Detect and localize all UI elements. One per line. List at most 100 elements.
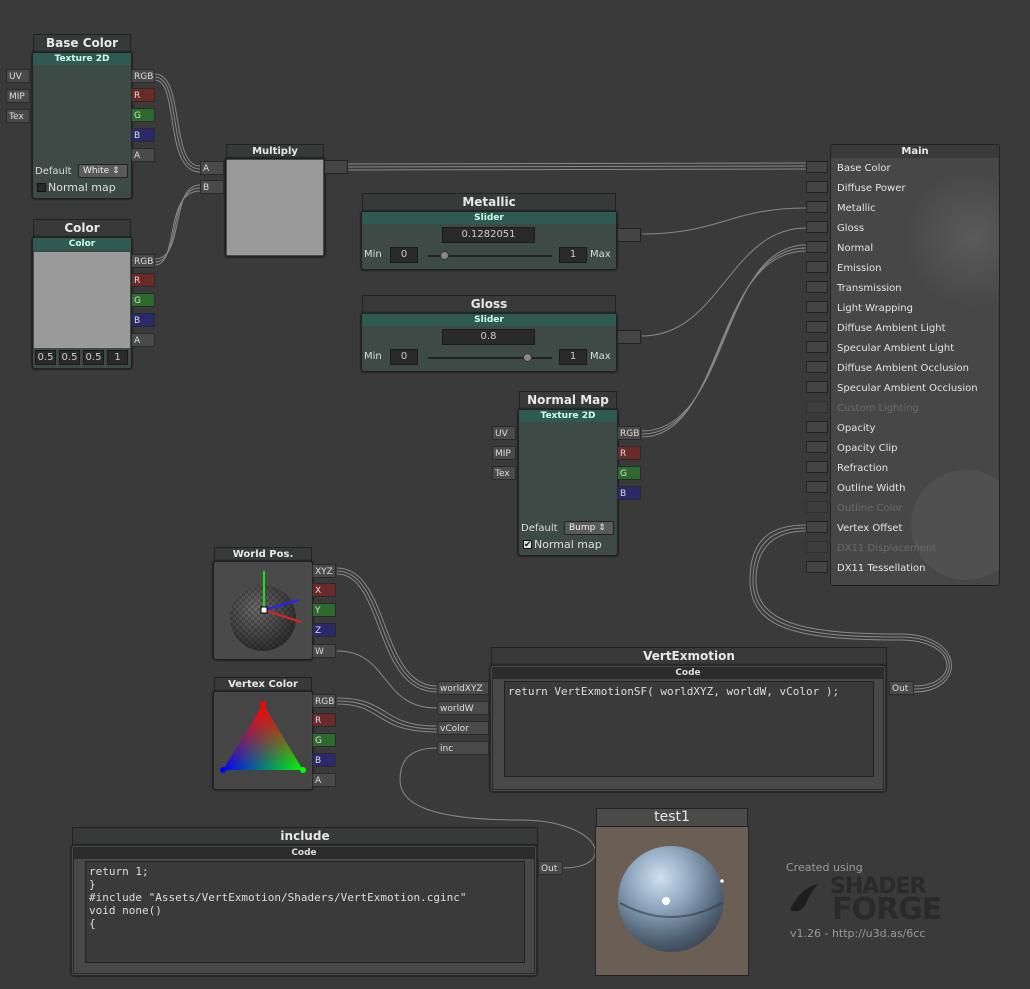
main-input-port[interactable] bbox=[806, 181, 828, 193]
wire-metallic-main bbox=[641, 207, 807, 235]
node-title[interactable]: include bbox=[72, 827, 538, 846]
output-port-b[interactable]: B bbox=[312, 753, 336, 767]
input-port-mip[interactable]: MIP bbox=[492, 446, 516, 460]
output-port-rgb[interactable]: RGB bbox=[131, 254, 155, 268]
main-panel: Main Base Color Diffuse Power Metallic Glos… bbox=[830, 144, 1000, 586]
output-port[interactable] bbox=[324, 160, 348, 174]
input-port-a[interactable]: A bbox=[200, 161, 224, 175]
output-port-out[interactable]: Out bbox=[889, 681, 914, 695]
output-port-r[interactable]: R bbox=[617, 446, 641, 460]
main-input-base-color: Base Color bbox=[837, 163, 891, 174]
node-title[interactable]: Normal Map bbox=[519, 391, 617, 410]
main-input-port[interactable] bbox=[806, 421, 828, 433]
output-port-g[interactable]: G bbox=[312, 733, 336, 747]
node-body: Code return 1; } #include "Assets/VertEx… bbox=[71, 845, 537, 976]
input-port-worldxyz[interactable]: worldXYZ bbox=[437, 681, 489, 695]
output-port-xyz[interactable]: XYZ bbox=[312, 564, 336, 578]
main-input-port[interactable] bbox=[806, 561, 828, 573]
code-editor[interactable]: return 1; } #include "Assets/VertExmotio… bbox=[85, 861, 525, 963]
output-port-a[interactable]: A bbox=[312, 773, 336, 787]
input-port-uv[interactable]: UV bbox=[492, 426, 516, 440]
output-port-r[interactable]: R bbox=[312, 713, 336, 727]
default-value: White bbox=[83, 166, 110, 176]
output-port-out[interactable]: Out bbox=[538, 861, 563, 875]
node-title[interactable]: VertExmotion bbox=[491, 647, 887, 666]
output-port-b[interactable]: B bbox=[131, 128, 155, 142]
output-port-g[interactable]: G bbox=[131, 108, 155, 122]
output-port-a[interactable]: A bbox=[131, 333, 155, 347]
input-port-inc[interactable]: inc bbox=[437, 741, 489, 755]
color-swatch[interactable] bbox=[34, 252, 130, 348]
output-port-w[interactable]: W bbox=[312, 644, 336, 658]
output-port-rgb[interactable]: RGB bbox=[131, 69, 155, 83]
slider-value-field[interactable]: 0.8 bbox=[442, 329, 535, 345]
max-field[interactable]: 1 bbox=[559, 247, 587, 263]
main-input-port[interactable] bbox=[806, 221, 828, 233]
main-input-port[interactable] bbox=[806, 301, 828, 313]
output-port-rgb[interactable]: RGB bbox=[312, 694, 336, 708]
main-input-port[interactable] bbox=[806, 201, 828, 213]
output-port[interactable] bbox=[617, 330, 641, 344]
node-title[interactable]: Gloss bbox=[362, 295, 616, 314]
color-b-field[interactable]: 0.5 bbox=[83, 350, 104, 365]
normal-map-checkbox[interactable]: ✔ bbox=[523, 540, 532, 550]
main-input-port[interactable] bbox=[806, 501, 828, 513]
slider-track[interactable] bbox=[428, 357, 552, 359]
input-port-mip[interactable]: MIP bbox=[6, 89, 30, 103]
node-canvas[interactable]: Base Color Texture 2D Default White ⇕ No… bbox=[0, 0, 1030, 989]
code-editor[interactable]: return VertExmotionSF( worldXYZ, worldW,… bbox=[504, 681, 874, 777]
output-port-x[interactable]: X bbox=[312, 583, 336, 597]
color-a-field[interactable]: 1 bbox=[107, 350, 128, 365]
min-field[interactable]: 0 bbox=[390, 247, 418, 263]
slider-knob[interactable] bbox=[439, 251, 449, 260]
node-title[interactable]: Color bbox=[33, 219, 131, 238]
output-port-g[interactable]: G bbox=[131, 293, 155, 307]
color-r-field[interactable]: 0.5 bbox=[35, 350, 56, 365]
input-port-vcolor[interactable]: vColor bbox=[437, 721, 489, 735]
normal-map-checkbox[interactable] bbox=[37, 183, 46, 192]
default-dropdown[interactable]: Bump ⇕ bbox=[564, 521, 614, 535]
output-port-b[interactable]: B bbox=[131, 313, 155, 327]
input-port-uv[interactable]: UV bbox=[6, 69, 30, 83]
default-dropdown[interactable]: White ⇕ bbox=[78, 164, 128, 178]
output-port-r[interactable]: R bbox=[131, 273, 155, 287]
main-input-port[interactable] bbox=[806, 361, 828, 373]
slider-knob[interactable] bbox=[523, 353, 533, 362]
output-port-z[interactable]: Z bbox=[312, 623, 336, 637]
output-port[interactable] bbox=[617, 228, 641, 242]
main-input-port[interactable] bbox=[806, 321, 828, 333]
output-port-y[interactable]: Y bbox=[312, 603, 336, 617]
input-port-tex[interactable]: Tex bbox=[6, 109, 30, 123]
input-port-tex[interactable]: Tex bbox=[492, 466, 516, 480]
output-port-g[interactable]: G bbox=[617, 466, 641, 480]
output-port-r[interactable]: R bbox=[131, 88, 155, 102]
node-title[interactable]: test1 bbox=[596, 808, 748, 827]
max-field[interactable]: 1 bbox=[559, 349, 587, 365]
main-input-port[interactable] bbox=[806, 541, 828, 553]
main-input-port[interactable] bbox=[806, 481, 828, 493]
main-input-port[interactable] bbox=[806, 241, 828, 253]
node-title[interactable]: Metallic bbox=[362, 193, 616, 212]
node-body: Slider 0.1282051 Min 0 1 Max bbox=[361, 211, 617, 270]
main-input-port[interactable] bbox=[806, 161, 828, 173]
main-input-port[interactable] bbox=[806, 401, 828, 413]
main-input-port[interactable] bbox=[806, 341, 828, 353]
main-input-port[interactable] bbox=[806, 381, 828, 393]
min-field[interactable]: 0 bbox=[390, 349, 418, 365]
main-title[interactable]: Main bbox=[831, 145, 999, 158]
slider-value-field[interactable]: 0.1282051 bbox=[442, 227, 535, 243]
input-port-b[interactable]: B bbox=[200, 180, 224, 194]
output-port-b[interactable]: B bbox=[617, 486, 641, 500]
logo-line2: FORGE bbox=[832, 892, 942, 927]
node-title[interactable]: Base Color bbox=[33, 34, 131, 53]
main-input-port[interactable] bbox=[806, 521, 828, 533]
input-port-worldw[interactable]: worldW bbox=[437, 701, 489, 715]
main-input-port[interactable] bbox=[806, 441, 828, 453]
color-g-field[interactable]: 0.5 bbox=[59, 350, 80, 365]
preview-viewport[interactable] bbox=[595, 826, 749, 976]
main-input-port[interactable] bbox=[806, 281, 828, 293]
output-port-rgb[interactable]: RGB bbox=[617, 426, 641, 440]
main-input-port[interactable] bbox=[806, 461, 828, 473]
output-port-a[interactable]: A bbox=[131, 148, 155, 162]
main-input-port[interactable] bbox=[806, 261, 828, 273]
